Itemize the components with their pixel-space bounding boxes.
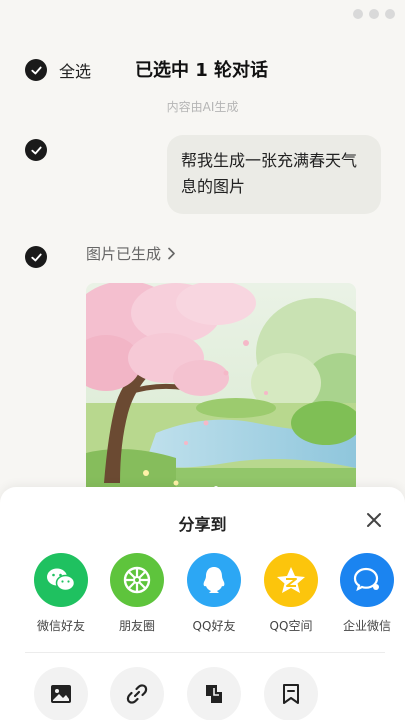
qzone-icon — [264, 553, 318, 607]
wechat-icon — [34, 553, 88, 607]
share-wechat-friend[interactable]: 微信好友 — [23, 553, 99, 634]
share-moments[interactable]: 朋友圈 — [99, 553, 175, 634]
status-icons — [353, 9, 395, 19]
select-all-toggle[interactable]: 全选 — [25, 58, 91, 82]
share-sheet-title: 分享到 — [178, 515, 227, 534]
share-sheet: 分享到 微信好友 朋友圈 QQ好友 QQ空间 企业微信 — [0, 487, 405, 720]
select-all-check-icon[interactable] — [25, 59, 47, 81]
close-icon[interactable] — [365, 511, 383, 529]
user-message-check-icon[interactable] — [25, 139, 47, 161]
status-dot-icon — [369, 9, 379, 19]
spring-scene-illustration — [86, 283, 356, 503]
long-image-icon — [206, 685, 222, 703]
status-dot-icon — [385, 9, 395, 19]
share-divider — [25, 652, 385, 653]
long-image-button[interactable] — [187, 667, 241, 720]
share-wecom[interactable]: 企业微信 — [329, 553, 405, 634]
image-icon — [51, 685, 71, 703]
copy-link-button[interactable] — [110, 667, 164, 720]
status-bar — [0, 0, 405, 30]
share-label: QQ好友 — [192, 619, 236, 633]
share-qq-friend[interactable]: QQ好友 — [176, 553, 252, 634]
select-all-label: 全选 — [59, 62, 92, 81]
image-generated-label: 图片已生成 — [86, 245, 162, 263]
share-label: 微信好友 — [36, 619, 85, 633]
link-icon — [126, 684, 148, 704]
status-dot-icon — [353, 9, 363, 19]
save-image-button[interactable] — [34, 667, 88, 720]
bookmark-button[interactable] — [264, 667, 318, 720]
share-qzone[interactable]: QQ空间 — [253, 553, 329, 634]
share-label: QQ空间 — [269, 619, 313, 633]
selection-header: 全选 已选中 1 轮对话 — [25, 58, 385, 84]
share-label: 企业微信 — [342, 619, 391, 633]
assistant-message-check-icon[interactable] — [25, 246, 47, 268]
user-message-bubble[interactable]: 帮我生成一张充满春天气息的图片 — [167, 135, 381, 214]
page-title: 已选中 1 轮对话 — [135, 60, 269, 81]
qq-icon — [187, 553, 241, 607]
image-generated-link[interactable]: 图片已生成 — [86, 243, 176, 264]
wecom-icon — [340, 553, 394, 607]
share-label: 朋友圈 — [118, 619, 155, 633]
bookmark-icon — [283, 684, 299, 704]
ai-generated-notice: 内容由AI生成 — [166, 100, 239, 114]
moments-icon — [110, 553, 164, 607]
generated-spring-image[interactable] — [86, 283, 356, 503]
chevron-right-icon — [168, 247, 175, 260]
